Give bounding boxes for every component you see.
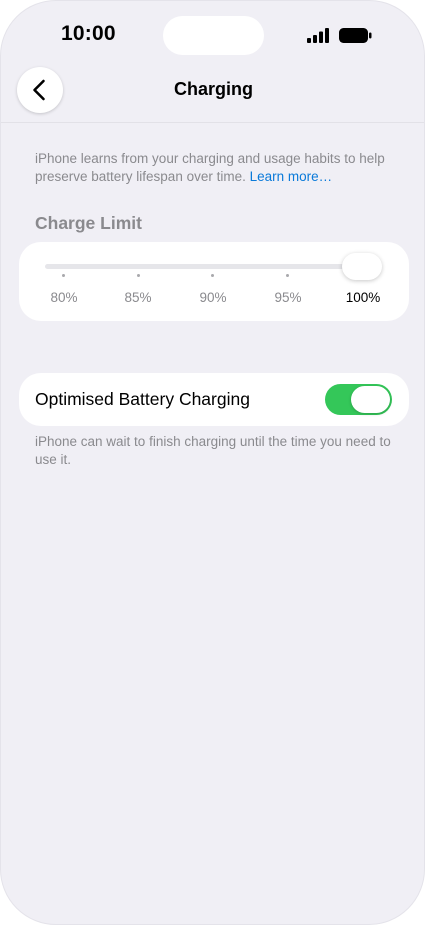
tick-label-90[interactable]: 90% [188,290,238,305]
slider-tick-80 [62,274,65,277]
charge-limit-slider-track[interactable] [45,264,379,269]
page-title: Charging [174,79,253,99]
optimised-charging-row: Optimised Battery Charging [19,373,409,426]
phone-screen: 10:00 Charging iPhone learns from your c… [0,0,425,925]
slider-tick-85 [137,274,140,277]
dynamic-island [163,16,264,55]
tick-label-85[interactable]: 85% [113,290,163,305]
status-time: 10:00 [61,22,116,45]
status-bar: 10:00 [1,1,424,71]
slider-tick-95 [286,274,289,277]
charge-limit-slider-thumb[interactable] [342,253,382,280]
navigation-bar: Charging [1,65,424,123]
optimised-charging-footer: iPhone can wait to finish charging until… [35,434,391,467]
tick-label-80[interactable]: 80% [39,290,89,305]
battery-full-icon [339,28,372,43]
intro-description: iPhone learns from your charging and usa… [35,150,395,186]
tick-label-95[interactable]: 95% [263,290,313,305]
charge-limit-header: Charge Limit [35,213,142,233]
toggle-knob [351,386,390,413]
cellular-signal-icon [307,28,329,43]
charge-limit-slider-card: 80% 85% 90% 95% 100% [19,242,409,321]
intro-text: iPhone learns from your charging and usa… [35,151,385,184]
optimised-charging-label: Optimised Battery Charging [35,389,250,409]
slider-tick-90 [211,274,214,277]
tick-label-100[interactable]: 100% [338,290,388,305]
learn-more-link[interactable]: Learn more… [250,169,333,184]
optimised-charging-toggle[interactable] [325,384,392,415]
